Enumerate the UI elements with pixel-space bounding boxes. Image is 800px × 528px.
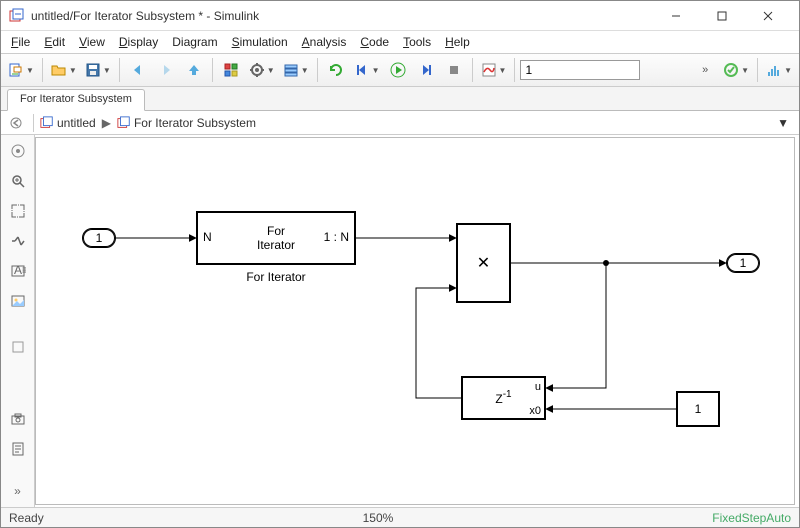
run-button[interactable] — [385, 57, 411, 83]
product-symbol: ✕ — [477, 253, 490, 273]
model-config-button[interactable]: ▼ — [246, 57, 278, 83]
model-explorer-button[interactable]: ▼ — [280, 57, 312, 83]
menu-bar: File Edit View Display Diagram Simulatio… — [1, 31, 799, 53]
canvas[interactable]: 1 N For Iterator 1 : N For Iterator ✕ 1 — [35, 137, 795, 505]
block-inport[interactable]: 1 — [82, 228, 116, 248]
dropdown-icon: ▼ — [301, 66, 309, 75]
data-inspector-button[interactable]: ▼ — [478, 57, 510, 83]
status-bar: Ready 150% FixedStepAuto — [1, 507, 799, 527]
palette-image-icon[interactable] — [6, 289, 30, 313]
menu-file[interactable]: File — [5, 33, 36, 51]
dropdown-icon: ▼ — [26, 66, 34, 75]
breadcrumb-root[interactable]: untitled — [40, 116, 96, 130]
delay-port-u: u — [535, 381, 541, 393]
palette-screenshot-icon[interactable] — [6, 407, 30, 431]
step-forward-button[interactable] — [413, 57, 439, 83]
block-outport[interactable]: 1 — [726, 253, 760, 273]
palette-annotate-icon[interactable] — [6, 139, 30, 163]
dropdown-icon: ▼ — [267, 66, 275, 75]
up-button[interactable] — [181, 57, 207, 83]
delay-symbol: Z-1 — [495, 389, 511, 407]
signal-wires — [36, 138, 794, 504]
breadcrumb-sub[interactable]: For Iterator Subsystem — [117, 116, 256, 130]
update-diagram-button[interactable] — [323, 57, 349, 83]
dropdown-icon: ▼ — [103, 66, 111, 75]
step-back-button[interactable]: ▼ — [351, 57, 383, 83]
save-button[interactable]: ▼ — [82, 57, 114, 83]
svg-text:A≡: A≡ — [14, 263, 26, 277]
menu-tools[interactable]: Tools — [397, 33, 437, 51]
menu-view[interactable]: View — [73, 33, 111, 51]
menu-code[interactable]: Code — [354, 33, 395, 51]
dropdown-icon: ▼ — [784, 66, 792, 75]
forward-button[interactable] — [153, 57, 179, 83]
main-area: A≡ » — [1, 135, 799, 507]
menu-diagram[interactable]: Diagram — [166, 33, 223, 51]
block-constant[interactable]: 1 — [676, 391, 720, 427]
dropdown-icon: ▼ — [372, 66, 380, 75]
for-iterator-port-1n: 1 : N — [324, 230, 349, 244]
block-unit-delay[interactable]: Z-1 u x0 — [461, 376, 546, 420]
toolbar: ▼ ▼ ▼ ▼ ▼ ▼ ▼ 1 » ▼ ▼ — [1, 53, 799, 87]
new-model-button[interactable]: ▼ — [5, 57, 37, 83]
palette-block-icon[interactable] — [6, 335, 30, 359]
dropdown-icon: ▼ — [499, 66, 507, 75]
more-tools-button[interactable]: » — [692, 57, 718, 83]
stop-button[interactable] — [441, 57, 467, 83]
palette-fit-icon[interactable] — [6, 199, 30, 223]
breadcrumb-dropdown[interactable]: ▼ — [777, 116, 795, 130]
close-button[interactable] — [745, 1, 791, 31]
for-iterator-port-n: N — [203, 230, 212, 244]
model-icon — [40, 116, 54, 130]
block-for-iterator[interactable]: N For Iterator 1 : N — [196, 211, 356, 265]
breadcrumb-bar: untitled ▶ For Iterator Subsystem ▼ — [1, 111, 799, 135]
status-ready: Ready — [9, 511, 44, 525]
title-bar: untitled/For Iterator Subsystem * - Simu… — [1, 1, 799, 31]
minimize-button[interactable] — [653, 1, 699, 31]
app-icon — [9, 8, 25, 24]
menu-analysis[interactable]: Analysis — [296, 33, 353, 51]
palette-signal-icon[interactable] — [6, 229, 30, 253]
menu-edit[interactable]: Edit — [38, 33, 71, 51]
window-title: untitled/For Iterator Subsystem * - Simu… — [31, 9, 653, 23]
for-iterator-title: For Iterator — [257, 224, 295, 253]
status-solver[interactable]: FixedStepAuto — [712, 511, 791, 525]
menu-help[interactable]: Help — [439, 33, 476, 51]
diagnostics-button[interactable]: ▼ — [720, 57, 752, 83]
open-button[interactable]: ▼ — [48, 57, 80, 83]
menu-display[interactable]: Display — [113, 33, 164, 51]
stop-time-input[interactable]: 1 — [520, 60, 640, 80]
tab-strip: For Iterator Subsystem — [1, 87, 799, 111]
for-iterator-label: For Iterator — [196, 270, 356, 284]
hide-browser-button[interactable] — [5, 113, 27, 133]
window-controls — [653, 1, 791, 31]
delay-port-x0: x0 — [529, 405, 541, 417]
block-product[interactable]: ✕ — [456, 223, 511, 303]
status-zoom[interactable]: 150% — [328, 511, 428, 525]
maximize-button[interactable] — [699, 1, 745, 31]
palette-text-icon[interactable]: A≡ — [6, 259, 30, 283]
schedule-button[interactable]: ▼ — [763, 57, 795, 83]
back-button[interactable] — [125, 57, 151, 83]
constant-value: 1 — [695, 402, 702, 416]
palette-report-icon[interactable] — [6, 437, 30, 461]
tool-palette: A≡ » — [1, 135, 35, 507]
dropdown-icon: ▼ — [741, 66, 749, 75]
menu-simulation[interactable]: Simulation — [226, 33, 294, 51]
breadcrumb-separator-icon: ▶ — [102, 116, 111, 130]
tab-active[interactable]: For Iterator Subsystem — [7, 89, 145, 111]
dropdown-icon: ▼ — [69, 66, 77, 75]
palette-zoom-icon[interactable] — [6, 169, 30, 193]
library-browser-button[interactable] — [218, 57, 244, 83]
palette-more-icon[interactable]: » — [6, 479, 30, 503]
subsystem-icon — [117, 116, 131, 130]
